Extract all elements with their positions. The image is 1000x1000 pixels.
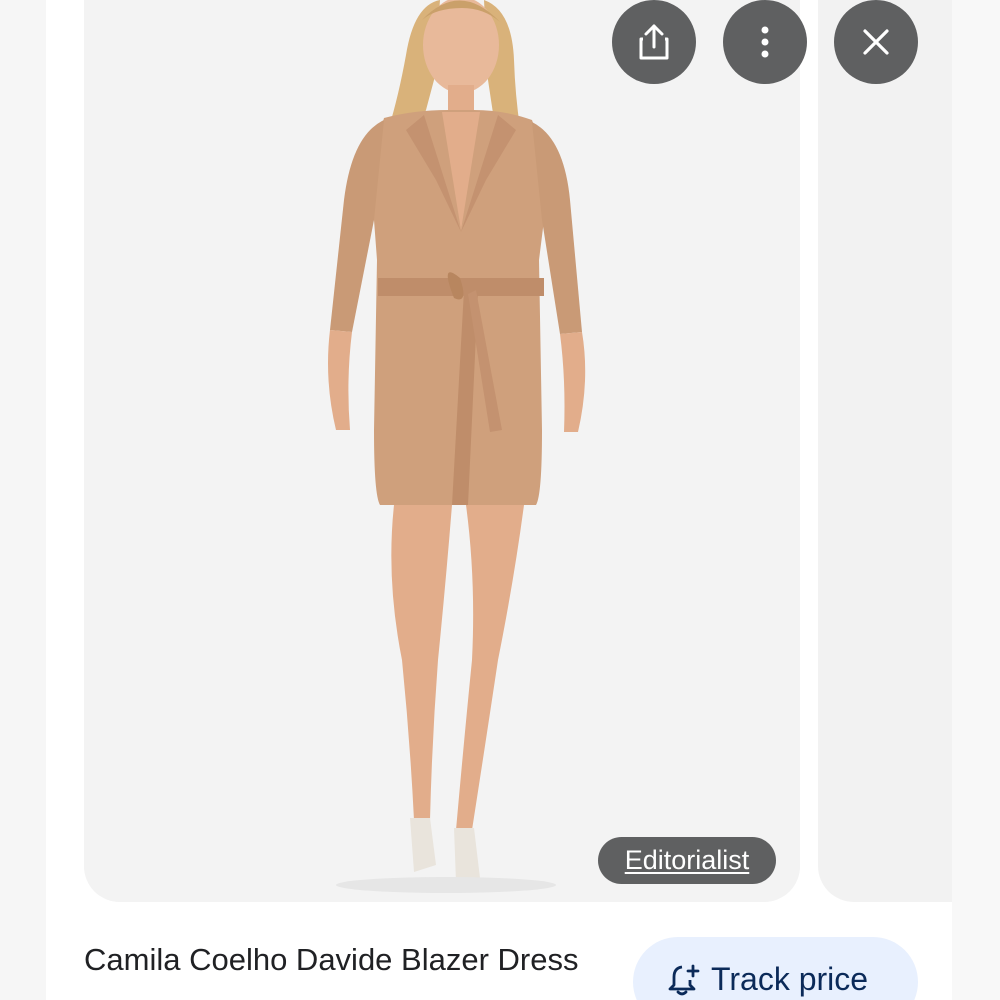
share-button[interactable] (612, 0, 696, 84)
bell-plus-icon (668, 964, 700, 996)
source-link-chip[interactable]: Editorialist (598, 837, 776, 884)
close-button[interactable] (834, 0, 918, 84)
share-icon (639, 24, 669, 60)
more-options-button[interactable] (723, 0, 807, 84)
product-image (84, 0, 800, 902)
more-vertical-icon (761, 26, 769, 58)
previous-card-edge[interactable] (0, 0, 46, 1000)
product-title: Camila Coelho Davide Blazer Dress (84, 942, 579, 977)
track-price-button[interactable]: Track price (633, 937, 918, 1000)
background-edge (952, 0, 1000, 1000)
image-viewer: Editorialist Camila Coelho Davide Blazer… (0, 0, 1000, 1000)
close-icon (863, 29, 889, 55)
track-price-label: Track price (711, 961, 869, 997)
product-image-card[interactable] (84, 0, 800, 902)
